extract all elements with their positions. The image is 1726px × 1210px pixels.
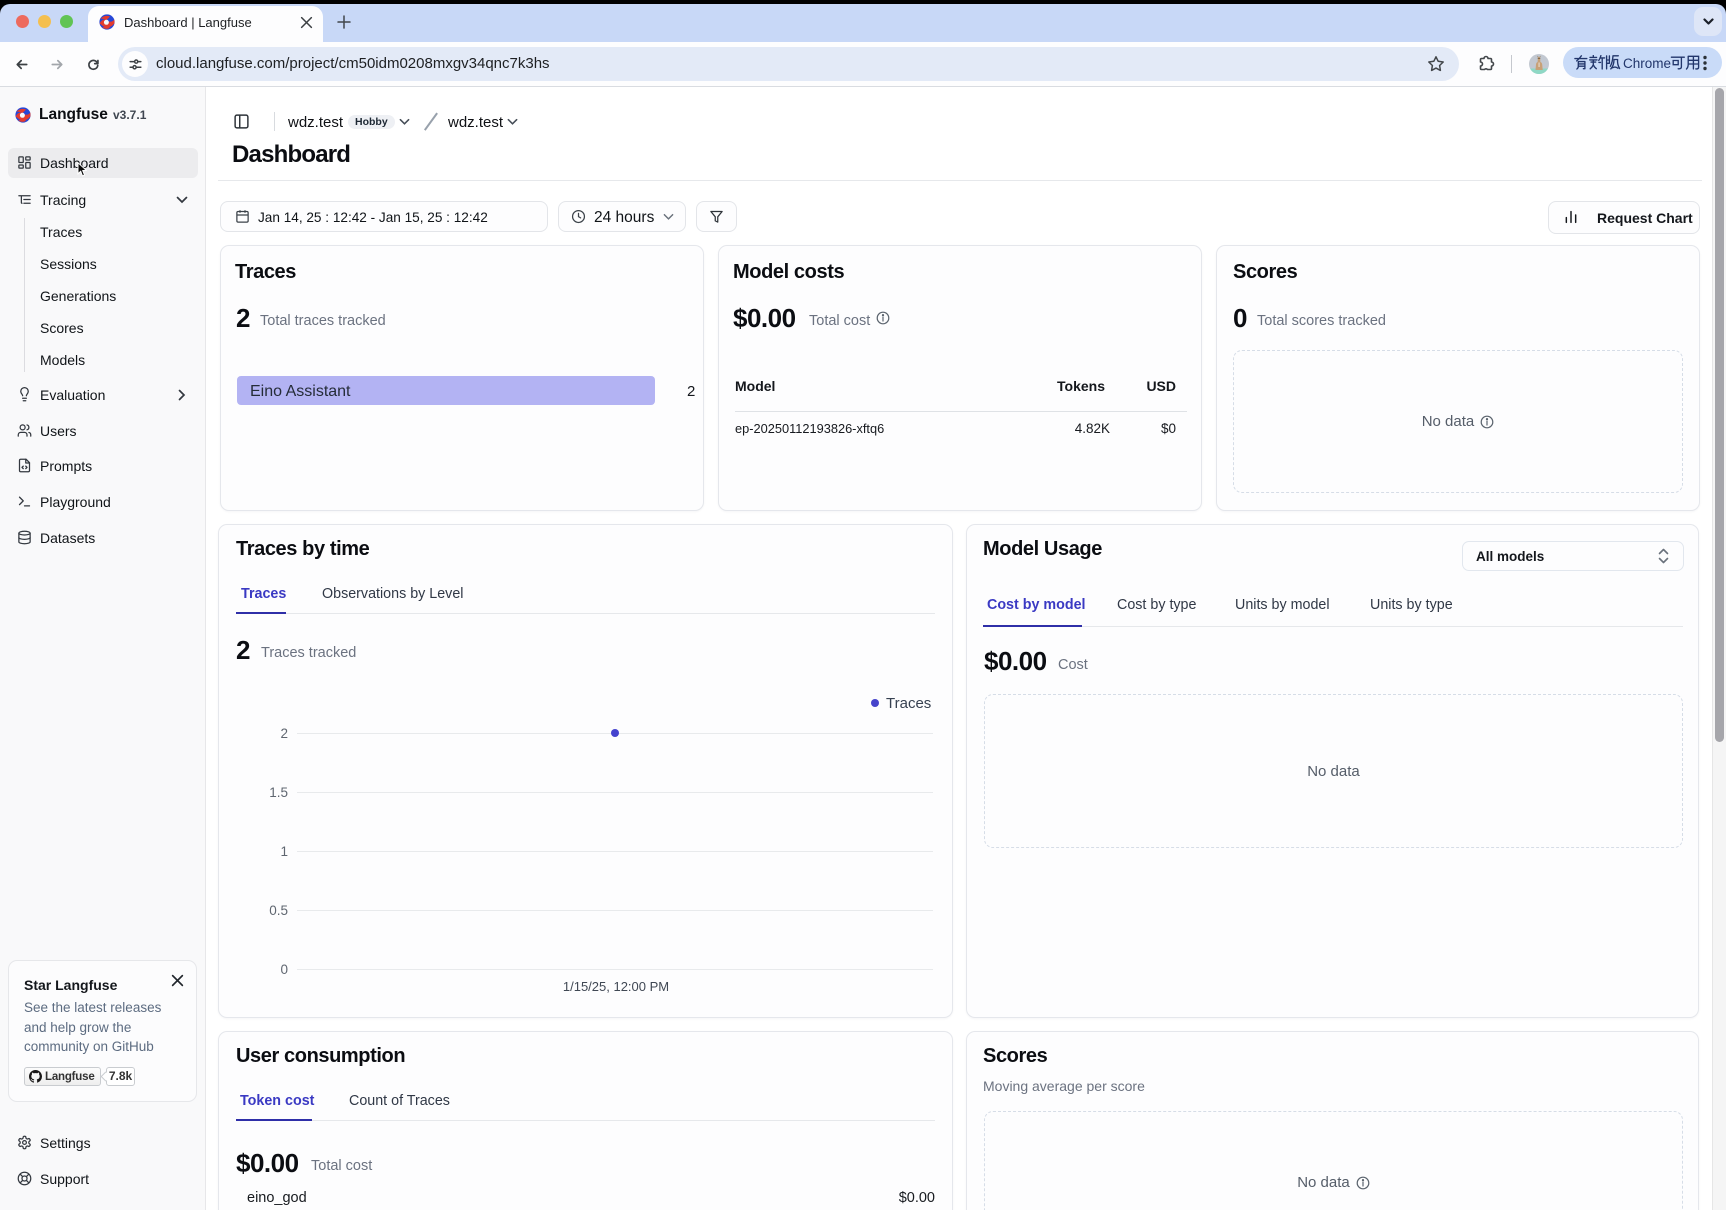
- svg-text:Chrome: Chrome: [1623, 56, 1671, 71]
